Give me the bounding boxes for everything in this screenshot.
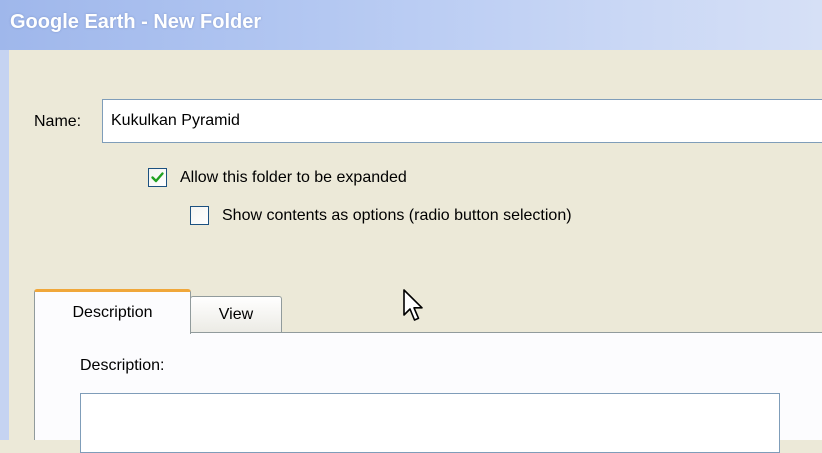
title-bar[interactable]: Google Earth - New Folder xyxy=(0,0,822,50)
allow-expand-checkbox[interactable] xyxy=(148,168,167,187)
allow-expand-option[interactable]: Allow this folder to be expanded xyxy=(148,168,407,187)
mouse-pointer-icon xyxy=(403,289,423,321)
name-input[interactable] xyxy=(102,99,822,143)
show-options-option[interactable]: Show contents as options (radio button s… xyxy=(190,206,572,225)
show-options-checkbox[interactable] xyxy=(190,206,209,225)
checkmark-icon xyxy=(151,172,164,183)
name-label: Name: xyxy=(34,113,82,130)
description-textarea[interactable] xyxy=(80,393,780,453)
description-label: Description: xyxy=(80,357,165,374)
window-title: Google Earth - New Folder xyxy=(10,11,262,33)
window-border xyxy=(0,50,9,440)
tab-description[interactable]: Description xyxy=(34,289,191,334)
allow-expand-label: Allow this folder to be expanded xyxy=(180,168,407,186)
tab-view[interactable]: View xyxy=(190,296,282,332)
show-options-label: Show contents as options (radio button s… xyxy=(222,206,572,224)
